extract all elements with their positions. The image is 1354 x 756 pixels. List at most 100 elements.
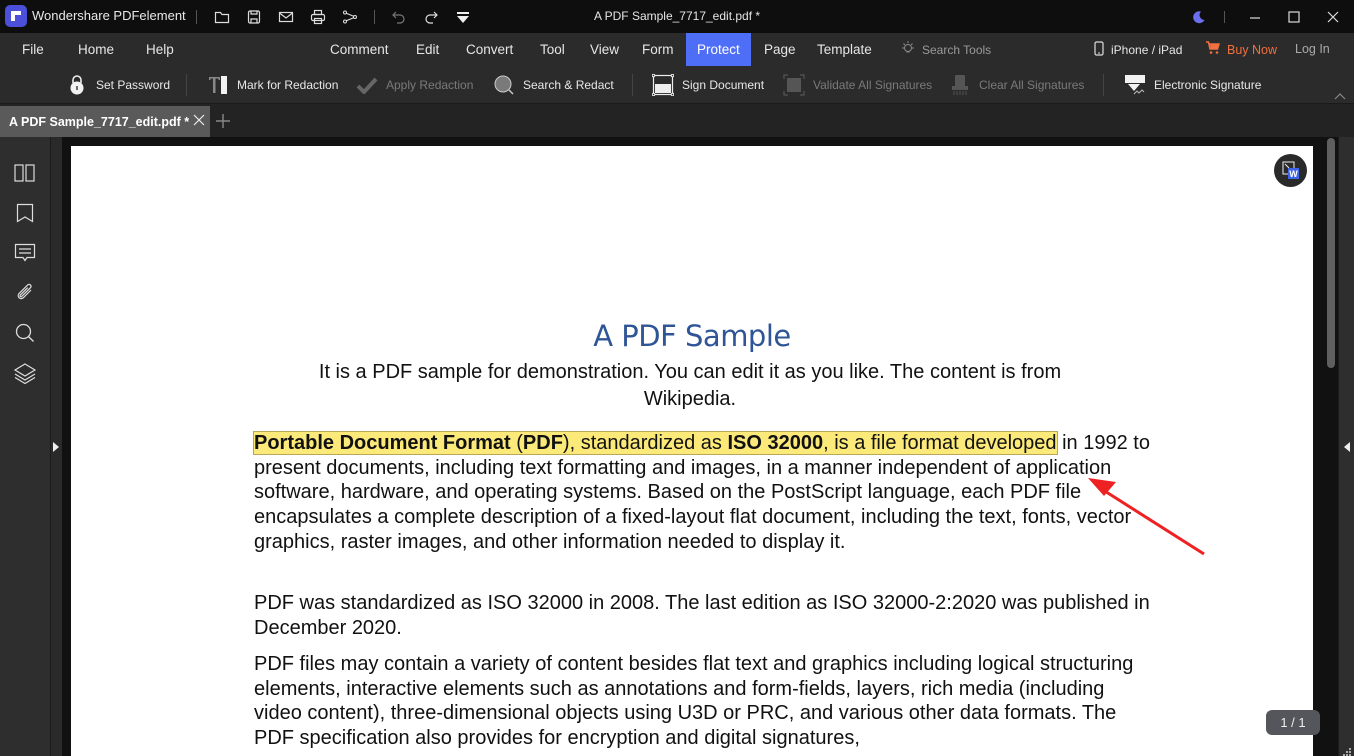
- set-password-button[interactable]: Set Password: [66, 66, 170, 104]
- login-button[interactable]: Log In: [1295, 33, 1330, 66]
- divider: [374, 10, 375, 24]
- highlight-annotation[interactable]: Portable Document Format (PDF), standard…: [253, 431, 1058, 455]
- pdf-paragraph-3: PDF files may contain a variety of conte…: [254, 653, 1134, 750]
- open-folder-icon[interactable]: [213, 8, 231, 26]
- buy-now-button[interactable]: Buy Now: [1205, 33, 1277, 66]
- bold-text: ISO 32000: [727, 432, 824, 454]
- menu-page[interactable]: Page: [754, 33, 806, 66]
- close-icon[interactable]: [1322, 6, 1344, 28]
- text: , is a file format developed: [823, 432, 1057, 454]
- search-and-redact-button[interactable]: Search & Redact: [493, 66, 614, 104]
- divider: [1103, 74, 1104, 96]
- menu-file[interactable]: File: [12, 33, 54, 66]
- app-logo-icon: [5, 5, 27, 27]
- apply-redaction-label: Apply Redaction: [386, 78, 474, 92]
- undo-icon[interactable]: [390, 8, 408, 26]
- phone-icon: [1094, 40, 1104, 59]
- text: ), standardized as: [562, 432, 728, 454]
- menu-tool[interactable]: Tool: [530, 33, 575, 66]
- mark-for-redaction-label: Mark for Redaction: [237, 78, 339, 92]
- apply-redaction-button[interactable]: Apply Redaction: [356, 66, 473, 104]
- collapse-toolbar-icon[interactable]: [1333, 88, 1347, 100]
- iphone-ipad-button[interactable]: iPhone / iPad: [1094, 33, 1182, 66]
- search-and-redact-label: Search & Redact: [523, 78, 614, 92]
- pdf-subtitle: It is a PDF sample for demonstration. Yo…: [318, 361, 1062, 410]
- save-icon[interactable]: [245, 8, 263, 26]
- convert-to-word-button[interactable]: W: [1274, 154, 1307, 187]
- electronic-signature-label: Electronic Signature: [1154, 78, 1262, 92]
- expand-right-panel-icon[interactable]: [1343, 440, 1351, 452]
- menu-form[interactable]: Form: [632, 33, 684, 66]
- pdf-paragraph-2: PDF was standardized as ISO 32000 in 200…: [254, 592, 1150, 639]
- thumbnails-icon[interactable]: [12, 160, 38, 186]
- text-redact-icon: [207, 74, 229, 96]
- comment-icon[interactable]: [12, 240, 38, 266]
- divider: [196, 10, 197, 24]
- tab-close-icon[interactable]: [192, 113, 206, 127]
- menu-convert[interactable]: Convert: [456, 33, 523, 66]
- menu-view[interactable]: View: [580, 33, 629, 66]
- protect-toolbar: Set Password Mark for Redaction Apply Re…: [0, 66, 1354, 104]
- menu-comment[interactable]: Comment: [320, 33, 399, 66]
- customize-dropdown-icon[interactable]: [454, 8, 472, 26]
- menu-protect[interactable]: Protect: [686, 33, 751, 66]
- share-icon[interactable]: [341, 8, 359, 26]
- eraser-icon: [949, 74, 971, 96]
- search-icon[interactable]: [12, 320, 38, 346]
- pdf-paragraph-1: Portable Document Format (PDF), standard…: [253, 431, 1154, 555]
- electronic-signature-button[interactable]: Electronic Signature: [1124, 66, 1261, 104]
- dark-mode-icon[interactable]: [1188, 6, 1210, 28]
- attachment-icon[interactable]: [12, 280, 38, 306]
- lock-icon: [66, 74, 88, 96]
- document-tab[interactable]: A PDF Sample_7717_edit.pdf *: [0, 106, 210, 137]
- text: (: [510, 432, 523, 454]
- left-sidebar: [0, 137, 50, 756]
- validate-all-signatures-button[interactable]: Validate All Signatures: [783, 66, 932, 104]
- layers-icon[interactable]: [12, 360, 38, 386]
- new-tab-icon[interactable]: [215, 113, 231, 129]
- divider: [632, 74, 633, 96]
- maximize-icon[interactable]: [1283, 6, 1305, 28]
- document-tab-bar: A PDF Sample_7717_edit.pdf *: [0, 104, 1354, 137]
- menu-template[interactable]: Template: [807, 33, 882, 66]
- bold-text: Portable Document Format: [254, 432, 511, 454]
- resize-grip-icon[interactable]: [1342, 744, 1352, 756]
- mark-for-redaction-button[interactable]: Mark for Redaction: [207, 66, 338, 104]
- divider: [1224, 11, 1225, 23]
- menu-help[interactable]: Help: [136, 33, 184, 66]
- iphone-ipad-label: iPhone / iPad: [1111, 42, 1183, 57]
- app-name: Wondershare PDFelement: [32, 8, 186, 23]
- clear-all-signatures-button[interactable]: Clear All Signatures: [949, 66, 1084, 104]
- sign-document-label: Sign Document: [682, 78, 765, 92]
- svg-text:W: W: [1289, 169, 1298, 179]
- print-icon[interactable]: [309, 8, 327, 26]
- validate-all-signatures-label: Validate All Signatures: [813, 78, 933, 92]
- document-title: A PDF Sample_7717_edit.pdf *: [593, 9, 761, 23]
- pdf-heading: A PDF Sample: [593, 319, 791, 353]
- buy-now-label: Buy Now: [1227, 42, 1278, 57]
- cart-icon: [1205, 41, 1221, 58]
- expand-left-panel-icon[interactable]: [52, 440, 60, 452]
- divider: [186, 74, 187, 96]
- sign-field-icon: [652, 74, 674, 96]
- magnifier-icon: [493, 74, 515, 96]
- pdf-page: A PDF Sample It is a PDF sample for demo…: [71, 146, 1313, 756]
- menu-bar: File Home Help Comment Edit Convert Tool…: [0, 33, 1354, 66]
- validate-signature-icon: [783, 74, 805, 96]
- document-tab-label: A PDF Sample_7717_edit.pdf *: [9, 114, 190, 129]
- scrollbar-thumb[interactable]: [1327, 138, 1335, 368]
- title-bar: Wondershare PDFelement A PDF Sample_7717…: [0, 0, 1354, 33]
- pdfelement-window: Wondershare PDFelement A PDF Sample_7717…: [0, 0, 1354, 756]
- search-tools[interactable]: Search Tools: [900, 33, 991, 66]
- menu-edit[interactable]: Edit: [406, 33, 449, 66]
- bold-text: PDF: [522, 432, 563, 454]
- menu-home[interactable]: Home: [68, 33, 124, 66]
- minimize-icon[interactable]: [1244, 6, 1266, 28]
- email-icon[interactable]: [277, 8, 295, 26]
- sign-document-button[interactable]: Sign Document: [652, 66, 764, 104]
- bookmark-icon[interactable]: [12, 200, 38, 226]
- clear-all-signatures-label: Clear All Signatures: [979, 78, 1085, 92]
- lightbulb-icon: [900, 40, 916, 59]
- redo-icon[interactable]: [422, 8, 440, 26]
- word-icon: W: [1282, 161, 1299, 179]
